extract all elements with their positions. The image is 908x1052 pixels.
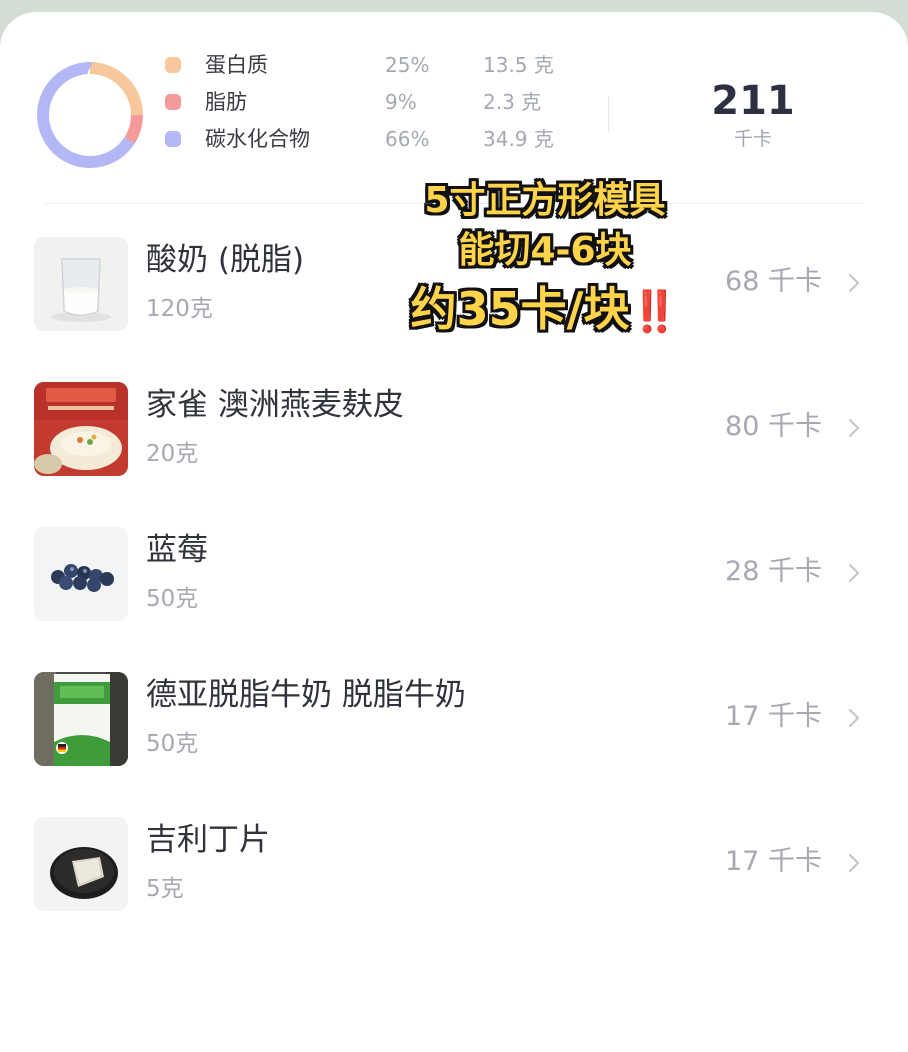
summary-divider (608, 96, 609, 132)
fat-color-dot (165, 94, 181, 110)
food-kcal: 28 千卡 (725, 556, 822, 587)
macro-name: 蛋白质 (205, 53, 268, 77)
macro-name: 脂肪 (205, 90, 247, 114)
milk-carton-icon (34, 672, 128, 766)
food-item-blueberries[interactable]: 蓝莓 50克 28 千卡 (0, 527, 908, 647)
macro-name: 碳水化合物 (205, 127, 310, 151)
food-amount: 120克 (146, 296, 213, 322)
food-name: 德亚脱脂牛奶 脱脂牛奶 (146, 677, 466, 713)
diet-record-card: 蛋白质 25% 13.5 克 脂肪 9% 2.3 克 碳水化合物 66% 34.… (0, 12, 908, 1052)
food-kcal: 68 千卡 (725, 266, 822, 297)
chevron-right-icon (848, 853, 860, 873)
food-item-skim-milk[interactable]: 德亚脱脂牛奶 脱脂牛奶 50克 17 千卡 (0, 672, 908, 792)
annotation-overlay: 5寸正方形模具 能切4-6块 约35卡/块‼️ (380, 176, 710, 343)
yogurt-glass-icon (34, 237, 128, 331)
double-exclamation-icon: ‼️ (629, 289, 680, 335)
overlay-line-1: 5寸正方形模具 (424, 180, 666, 221)
carbs-color-dot (165, 131, 181, 147)
oat-bran-package-icon (34, 382, 128, 476)
food-amount: 50克 (146, 731, 199, 757)
chevron-right-icon (848, 418, 860, 438)
food-item-oat-bran[interactable]: 家雀 澳洲燕麦麸皮 20克 80 千卡 (0, 382, 908, 502)
total-kcal-unit: 千卡 (733, 128, 772, 150)
food-item-gelatin[interactable]: 吉利丁片 5克 17 千卡 (0, 817, 908, 937)
overlay-line-3-text: 约35卡/块 (410, 282, 630, 336)
macro-percent: 66% (385, 127, 430, 151)
overlay-line-2: 能切4-6块 (458, 230, 632, 271)
chevron-right-icon (848, 708, 860, 728)
food-amount: 5克 (146, 876, 184, 902)
protein-color-dot (165, 57, 181, 73)
macro-grams: 2.3 克 (483, 90, 542, 114)
gelatin-sheet-icon (34, 817, 128, 911)
macro-grams: 13.5 克 (483, 53, 554, 77)
macro-grams: 34.9 克 (483, 127, 554, 151)
food-name: 家雀 澳洲燕麦麸皮 (146, 387, 404, 423)
chevron-right-icon (848, 563, 860, 583)
food-name: 蓝莓 (146, 532, 208, 568)
macro-percent: 9% (385, 90, 417, 114)
food-amount: 50克 (146, 586, 199, 612)
macro-donut-chart (37, 62, 143, 168)
food-amount: 20克 (146, 441, 199, 467)
food-name: 吉利丁片 (146, 822, 270, 858)
food-name: 酸奶 (脱脂) (146, 242, 305, 278)
chevron-right-icon (848, 273, 860, 293)
food-kcal: 17 千卡 (725, 701, 822, 732)
food-kcal: 80 千卡 (725, 411, 822, 442)
total-kcal-value: 211 (711, 78, 795, 124)
macro-percent: 25% (385, 53, 430, 77)
food-kcal: 17 千卡 (725, 846, 822, 877)
overlay-line-3: 约35卡/块‼️ (380, 278, 710, 343)
blueberries-icon (34, 527, 128, 621)
